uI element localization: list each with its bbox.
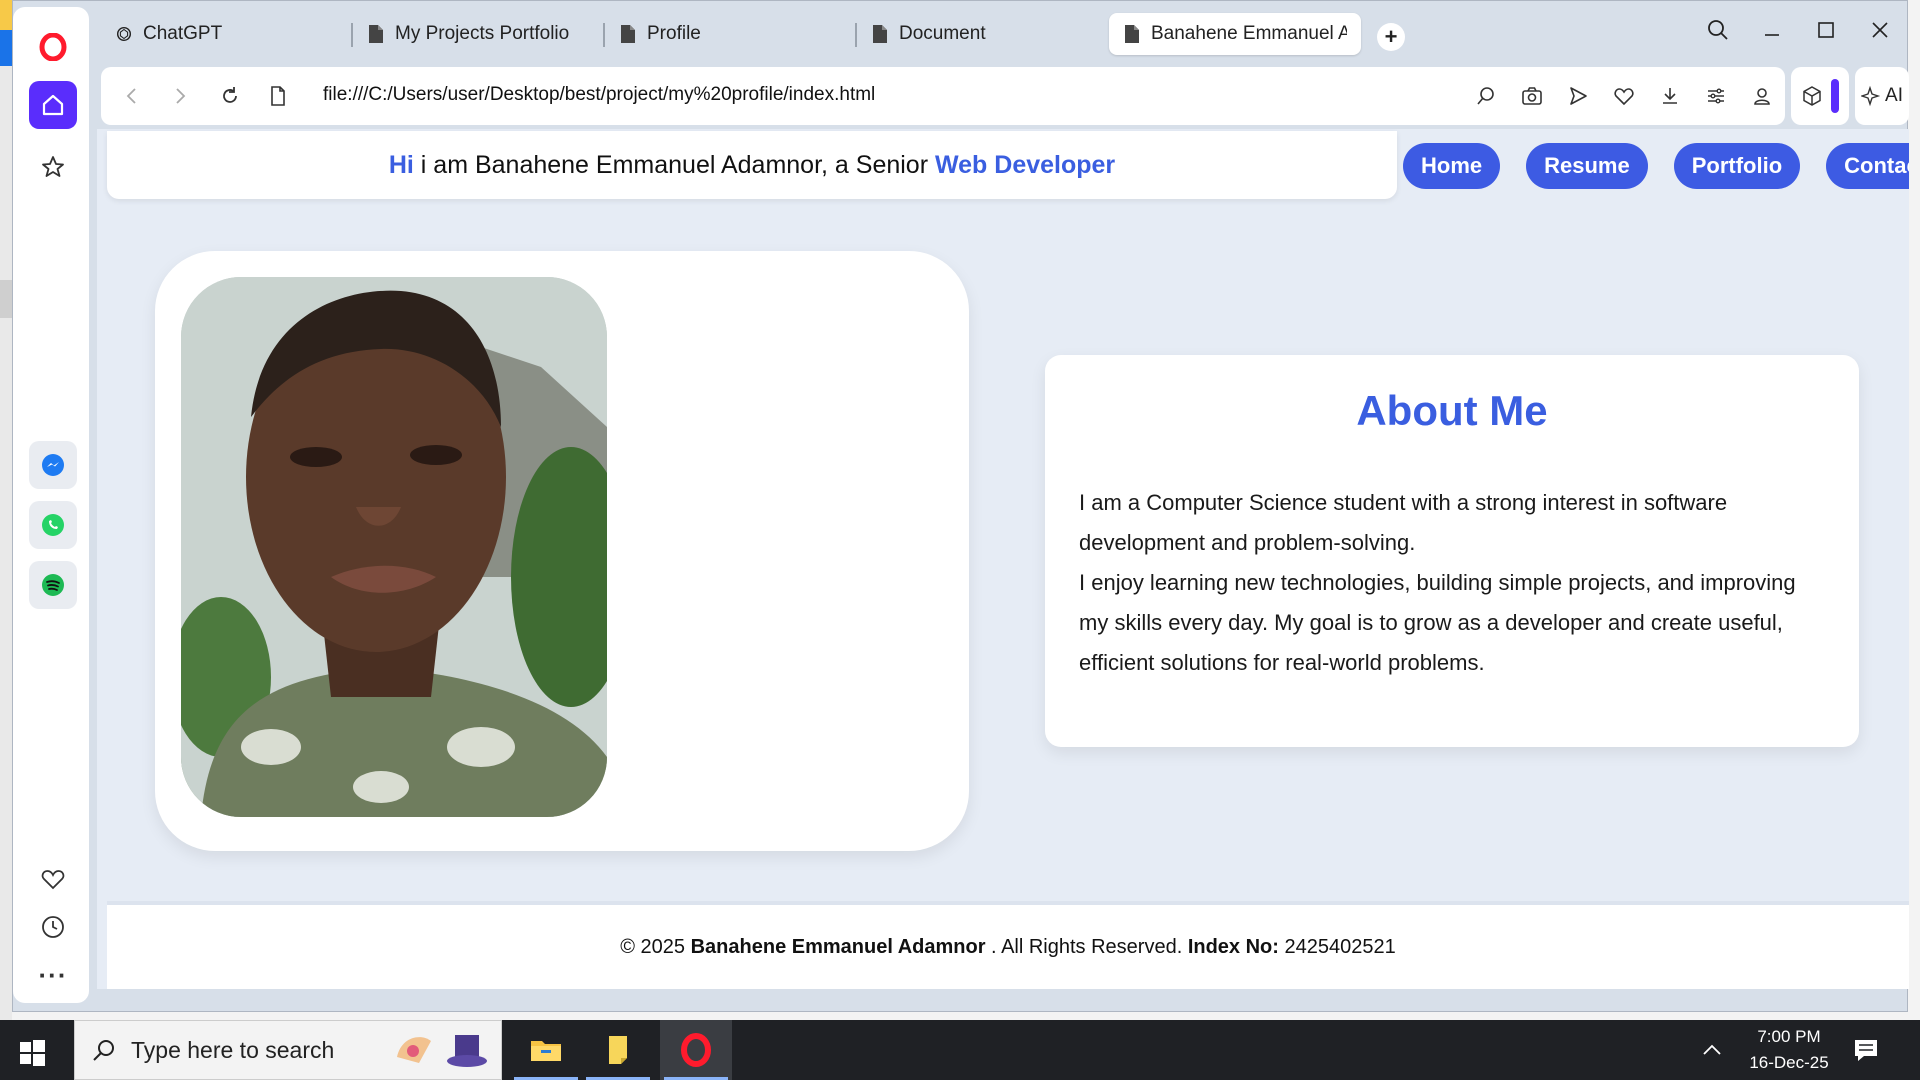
history-clock-icon[interactable] <box>29 903 77 951</box>
messenger-icon[interactable] <box>29 441 77 489</box>
footer-rights: . All Rights Reserved. <box>985 935 1188 958</box>
chevron-up-icon[interactable] <box>1700 1038 1724 1062</box>
document-icon <box>621 25 635 43</box>
aria-ai-button[interactable]: AI <box>1855 67 1909 125</box>
profile-photo-card <box>155 251 969 851</box>
tab-my-projects-portfolio[interactable]: My Projects Portfolio <box>351 13 603 55</box>
nav-contact-button[interactable]: Contact <box>1826 143 1909 189</box>
close-button[interactable] <box>1853 1 1907 59</box>
notification-icon[interactable] <box>1852 1036 1880 1064</box>
more-options-icon[interactable]: ··· <box>29 951 77 999</box>
opera-taskbar-icon[interactable] <box>660 1020 732 1080</box>
search-tabs-icon[interactable] <box>1691 1 1745 59</box>
desktop-icon-fragment <box>0 280 12 318</box>
header-greeting: Hi <box>388 150 414 179</box>
address-bar: file:///C:/Users/user/Desktop/best/proje… <box>101 67 1785 125</box>
opera-logo-icon[interactable] <box>29 23 77 71</box>
tab-document[interactable]: Document <box>855 13 1107 55</box>
desktop-icon-fragment <box>0 30 12 66</box>
tab-profile[interactable]: Profile <box>603 13 855 55</box>
clock-time: 7:00 PM <box>1757 1027 1821 1046</box>
file-page-icon <box>263 81 293 111</box>
search-icon <box>93 1040 114 1061</box>
address-bar-tools <box>1471 81 1777 111</box>
opera-sidebar: ··· <box>13 7 89 1003</box>
chatgpt-icon <box>116 26 132 42</box>
easy-setup-icon[interactable] <box>1701 81 1731 111</box>
desktop-icon-fragment <box>0 0 12 30</box>
taskbar-search-placeholder: Type here to search <box>131 1036 335 1063</box>
tab-bar: ChatGPT My Projects Portfolio Profile Do… <box>101 9 1909 59</box>
tab-label: My Projects Portfolio <box>395 23 570 44</box>
footer-index-value: 2425402521 <box>1278 935 1396 958</box>
nav-portfolio-button[interactable]: Portfolio <box>1673 143 1801 189</box>
taskbar-clock[interactable]: 7:00 PM 16-Dec-25 <box>1744 1024 1834 1076</box>
document-icon <box>1125 25 1139 43</box>
nav-resume-button[interactable]: Resume <box>1526 143 1648 189</box>
whatsapp-icon[interactable] <box>29 501 77 549</box>
footer-copyright: © 2025 <box>620 935 691 958</box>
header-intro: i am Banahene Emmanuel Adamnor, a Senior <box>413 150 935 179</box>
sparkle-icon <box>1861 85 1881 107</box>
tab-label: ChatGPT <box>143 23 223 44</box>
minimize-button[interactable] <box>1745 1 1799 59</box>
document-icon <box>369 25 383 43</box>
document-icon <box>873 25 887 43</box>
tab-label: Document <box>899 23 986 44</box>
send-flow-icon[interactable] <box>1563 81 1593 111</box>
file-explorer-taskbar-icon[interactable] <box>510 1020 582 1080</box>
about-me-card: About Me I am a Computer Science student… <box>1045 355 1859 747</box>
search-highlight-decoration <box>391 1027 491 1075</box>
ai-label: AI <box>1885 85 1903 106</box>
back-button[interactable] <box>117 81 147 111</box>
profile-icon[interactable] <box>1747 81 1777 111</box>
tab-label: Profile <box>647 23 701 44</box>
url-field[interactable]: file:///C:/Users/user/Desktop/best/proje… <box>323 84 875 106</box>
page-viewport: Hi i am Banahene Emmanuel Adamnor, a Sen… <box>97 129 1909 989</box>
star-icon[interactable] <box>29 143 77 191</box>
reload-button[interactable] <box>215 81 245 111</box>
tab-separator <box>855 23 857 47</box>
extensions-button[interactable] <box>1791 67 1849 125</box>
about-paragraph-2: I enjoy learning new technologies, build… <box>1079 570 1796 675</box>
site-header: Hi i am Banahene Emmanuel Adamnor, a Sen… <box>107 131 1397 199</box>
desktop-background <box>0 0 12 1020</box>
footer-name: Banahene Emmanuel Adamnor <box>690 935 986 958</box>
camera-snapshot-icon[interactable] <box>1517 81 1547 111</box>
footer-index-label: Index No: <box>1187 935 1279 958</box>
site-nav: Home Resume Portfolio Contact <box>1403 143 1909 189</box>
tab-label: Banahene Emmanuel Adar <box>1151 23 1347 44</box>
profile-photo <box>181 277 607 817</box>
nav-home-button[interactable]: Home <box>1403 143 1501 189</box>
maximize-button[interactable] <box>1799 1 1853 59</box>
tab-separator <box>351 23 353 47</box>
cube-extension-icon <box>1803 86 1821 106</box>
zoom-search-icon[interactable] <box>1471 81 1501 111</box>
windows-start-icon[interactable] <box>14 1034 50 1070</box>
forward-button[interactable] <box>165 81 195 111</box>
tab-banahene-emmanuel[interactable]: Banahene Emmanuel Adar <box>1109 13 1361 55</box>
sticky-notes-taskbar-icon[interactable] <box>582 1020 654 1080</box>
about-paragraph-1: I am a Computer Science student with a s… <box>1079 490 1728 555</box>
home-icon[interactable] <box>29 81 77 129</box>
heart-bookmark-icon[interactable] <box>1609 81 1639 111</box>
window-controls <box>1691 1 1907 59</box>
spotify-icon[interactable] <box>29 561 77 609</box>
taskbar-search-box[interactable]: Type here to search <box>74 1020 502 1080</box>
tab-chatgpt[interactable]: ChatGPT <box>101 13 331 55</box>
tab-separator <box>603 23 605 47</box>
browser-window: ··· ChatGPT My Projects Portfolio Profil… <box>12 0 1909 1012</box>
windows-taskbar: Type here to search 7:00 PM 16-Dec-25 <box>0 1020 1920 1080</box>
new-tab-button[interactable]: + <box>1377 23 1405 51</box>
site-footer: © 2025 Banahene Emmanuel Adamnor . All R… <box>107 901 1909 989</box>
clock-date: 16-Dec-25 <box>1749 1053 1829 1072</box>
about-title: About Me <box>1356 387 1548 434</box>
header-role: Web Developer <box>935 150 1116 179</box>
download-icon[interactable] <box>1655 81 1685 111</box>
heart-icon[interactable] <box>29 855 77 903</box>
extension-indicator <box>1831 79 1839 113</box>
